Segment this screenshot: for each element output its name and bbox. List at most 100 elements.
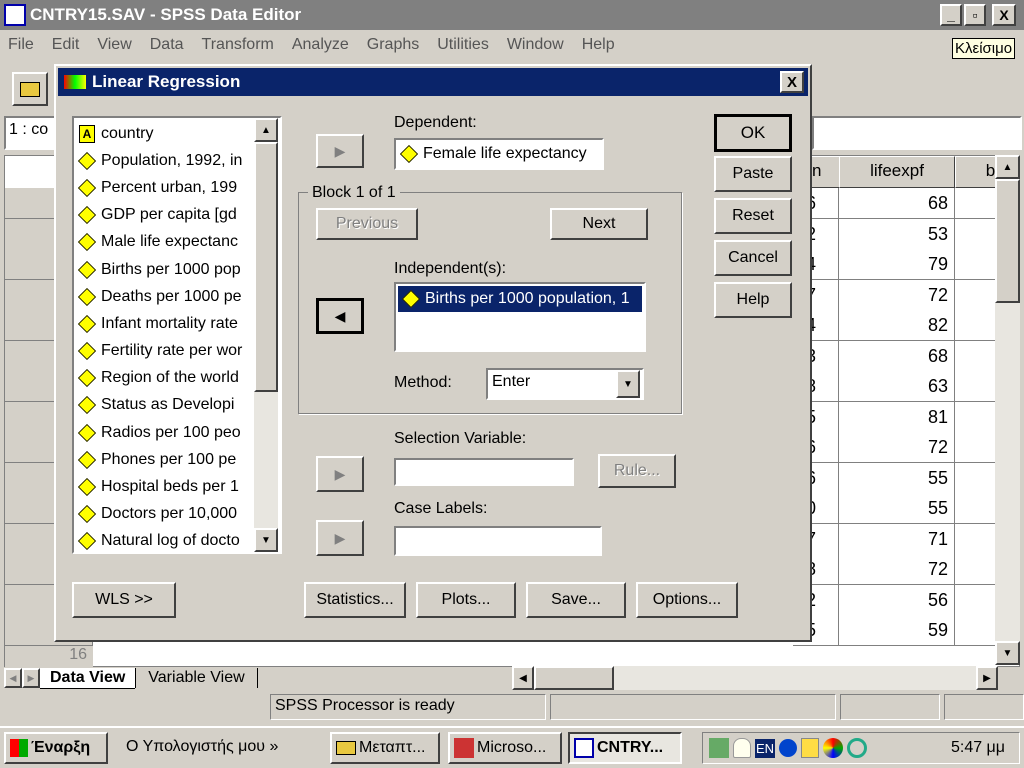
move-to-dependent-button[interactable]: ▶ [316, 134, 364, 168]
colors-icon[interactable] [823, 738, 844, 758]
selection-variable-field[interactable] [394, 458, 574, 486]
list-scroll-up[interactable]: ▲ [254, 118, 278, 142]
wls-button[interactable]: WLS >> [72, 582, 176, 618]
sync-icon[interactable] [847, 738, 868, 758]
cell-lifeexpf[interactable]: 55 [839, 462, 955, 494]
menu-utilities[interactable]: Utilities [437, 36, 489, 54]
variable-list-item[interactable]: Deaths per 1000 pe [74, 283, 256, 310]
move-to-selection-button[interactable]: ▶ [316, 456, 364, 492]
column-header-lifeexpf[interactable]: lifeexpf [839, 156, 955, 188]
hscroll-thumb[interactable] [534, 666, 614, 690]
vertical-scrollbar[interactable]: ▲ ▼ [995, 155, 1020, 665]
tab-scroll-left[interactable]: ◀ [4, 668, 22, 688]
menu-data[interactable]: Data [150, 36, 184, 54]
cell-lifeexpf[interactable]: 68 [839, 340, 955, 372]
display-icon[interactable] [801, 738, 820, 758]
tab-scroll-right[interactable]: ▶ [22, 668, 40, 688]
cell-lifeexpf[interactable]: 79 [839, 249, 955, 280]
media-icon[interactable] [779, 739, 798, 757]
menu-help[interactable]: Help [582, 36, 615, 54]
cell-bi[interactable] [955, 462, 1000, 494]
method-select[interactable]: Enter ▼ [486, 368, 644, 400]
paste-button[interactable]: Paste [714, 156, 792, 192]
cell-lifeexpf[interactable]: 63 [839, 371, 955, 402]
next-button[interactable]: Next [550, 208, 648, 240]
menu-transform[interactable]: Transform [202, 36, 274, 54]
cell-bi[interactable] [955, 523, 1000, 555]
menu-graphs[interactable]: Graphs [367, 36, 419, 54]
cell-lifeexpf[interactable]: 71 [839, 523, 955, 555]
cell-lifeexpf[interactable]: 82 [839, 310, 955, 341]
cell-bi[interactable] [955, 615, 1000, 646]
tab-variable-view[interactable]: Variable View [135, 668, 258, 688]
move-to-case-labels-button[interactable]: ▶ [316, 520, 364, 556]
menu-analyze[interactable]: Analyze [292, 36, 349, 54]
dialog-close-button[interactable]: X [780, 71, 804, 93]
ok-button[interactable]: OK [714, 114, 792, 152]
variable-list-item[interactable]: Phones per 100 pe [74, 446, 256, 473]
minimize-button[interactable]: _ [940, 4, 962, 26]
variable-list-item[interactable]: Region of the world [74, 365, 256, 392]
variable-list-item[interactable]: Births per 1000 pop [74, 256, 256, 283]
cell-bi[interactable] [955, 584, 1000, 616]
menu-view[interactable]: View [97, 36, 131, 54]
list-scroll-down[interactable]: ▼ [254, 528, 278, 552]
maximize-button[interactable]: ▫ [964, 4, 986, 26]
cell-lifeexpf[interactable]: 72 [839, 432, 955, 463]
open-file-button[interactable] [12, 72, 48, 106]
variable-list-item[interactable]: Doctors per 10,000 [74, 501, 256, 528]
cell-lifeexpf[interactable]: 53 [839, 218, 955, 250]
variable-list-item[interactable]: Hospital beds per 1 [74, 473, 256, 500]
cell-lifeexpf[interactable]: 68 [839, 188, 955, 219]
cell-lifeexpf[interactable]: 81 [839, 401, 955, 433]
menu-file[interactable]: File [8, 36, 34, 54]
previous-button[interactable]: Previous [316, 208, 418, 240]
scroll-up-button[interactable]: ▲ [995, 155, 1020, 179]
variable-list[interactable]: Acountry Population, 1992, in Percent urba… [72, 116, 282, 554]
cell-lifeexpf[interactable]: 72 [839, 279, 955, 311]
tab-data-view[interactable]: Data View [40, 667, 136, 689]
cell-bi[interactable] [955, 188, 1000, 219]
cell-bi[interactable] [955, 340, 1000, 372]
scroll-thumb[interactable] [995, 179, 1020, 303]
case-labels-field[interactable] [394, 526, 602, 556]
cell-bi[interactable] [955, 432, 1000, 463]
start-button[interactable]: Έναρξη [4, 732, 108, 764]
variable-list-item[interactable]: GDP per capita [gd [74, 202, 256, 229]
variable-list-item[interactable]: Infant mortality rate [74, 310, 256, 337]
ghost-icon[interactable] [733, 738, 751, 758]
options-button[interactable]: Options... [636, 582, 738, 618]
menu-edit[interactable]: Edit [52, 36, 80, 54]
menu-window[interactable]: Window [507, 36, 564, 54]
cell-bi[interactable] [955, 310, 1000, 341]
cell-editor[interactable] [812, 116, 1022, 150]
rule-button[interactable]: Rule... [598, 454, 676, 488]
variable-list-item[interactable]: Percent urban, 199 [74, 174, 256, 201]
cell-bi[interactable] [955, 554, 1000, 585]
independent-item[interactable]: Births per 1000 population, 1 [398, 286, 642, 312]
list-scroll-thumb[interactable] [254, 142, 278, 392]
quick-launch-my-computer[interactable]: Ο Υπολογιστής μου » [126, 738, 278, 756]
cell-bi[interactable] [955, 401, 1000, 433]
variable-list-item[interactable]: Status as Developi [74, 392, 256, 419]
save-button[interactable]: Save... [526, 582, 626, 618]
variable-list-item[interactable]: Natural log of docto [74, 528, 256, 552]
cancel-button[interactable]: Cancel [714, 240, 792, 276]
taskbar-task-powerpoint[interactable]: Microso... [448, 732, 562, 764]
language-indicator[interactable]: EN [755, 738, 776, 758]
scroll-left-button[interactable]: ◀ [512, 666, 534, 690]
variable-list-scrollbar[interactable]: ▲ ▼ [254, 118, 278, 552]
column-header-bi[interactable]: bi [955, 156, 1000, 188]
statistics-button[interactable]: Statistics... [304, 582, 406, 618]
cell-lifeexpf[interactable]: 72 [839, 554, 955, 585]
variable-list-item[interactable]: Population, 1992, in [74, 147, 256, 174]
cell-lifeexpf[interactable]: 55 [839, 493, 955, 524]
chevron-icon[interactable]: » [269, 738, 278, 755]
variable-list-item[interactable]: Radios per 100 peo [74, 419, 256, 446]
cell-bi[interactable] [955, 218, 1000, 250]
cell-bi[interactable] [955, 249, 1000, 280]
cell-bi[interactable] [955, 279, 1000, 311]
dropdown-arrow-icon[interactable]: ▼ [616, 370, 640, 398]
horizontal-scrollbar[interactable]: ◀ ▶ [512, 666, 998, 690]
variable-list-item[interactable]: Male life expectanc [74, 229, 256, 256]
